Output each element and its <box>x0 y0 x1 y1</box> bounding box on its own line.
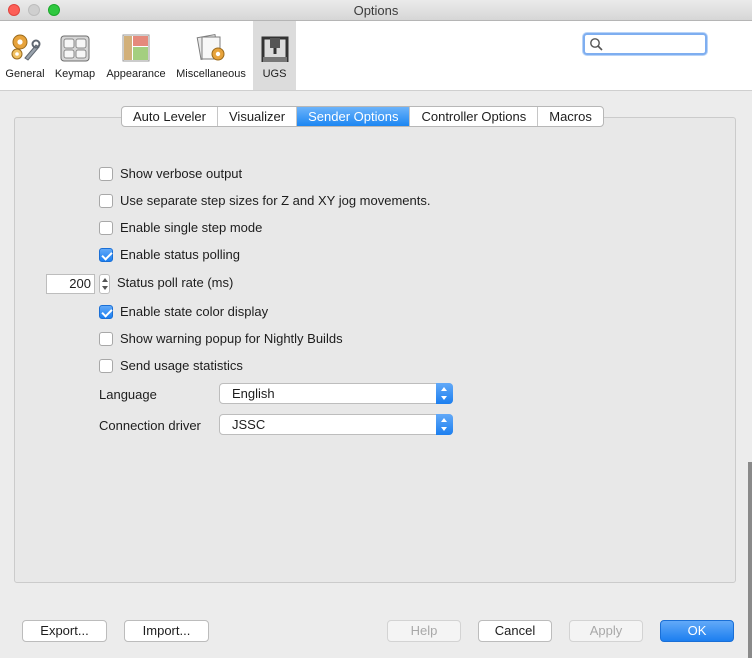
select-arrows-icon[interactable] <box>436 414 453 435</box>
checkbox[interactable] <box>99 194 113 208</box>
language-select[interactable]: English <box>219 383 453 404</box>
category-label: General <box>5 68 45 80</box>
stepper-down-arrow-icon[interactable] <box>102 286 108 290</box>
checkbox[interactable] <box>99 332 113 346</box>
connection-driver-select[interactable]: JSSC <box>219 414 453 435</box>
import-button[interactable]: Import... <box>124 620 209 642</box>
stepper-up-arrow-icon[interactable] <box>102 278 108 282</box>
appearance-panels-icon <box>122 34 150 62</box>
category-label: Appearance <box>106 68 166 80</box>
category-label: Miscellaneous <box>176 68 246 80</box>
checkbox[interactable] <box>99 359 113 373</box>
category-miscellaneous[interactable]: Miscellaneous <box>174 21 248 90</box>
option-label: Show verbose output <box>120 166 243 181</box>
checkbox-checked[interactable] <box>99 248 113 262</box>
category-ugs[interactable]: UGS <box>253 21 296 90</box>
options-tab-bar: Auto Leveler Visualizer Sender Options C… <box>121 106 604 127</box>
checkbox-checked[interactable] <box>99 305 113 319</box>
option-label: Use separate step sizes for Z and XY jog… <box>120 193 431 208</box>
title-bar: Options <box>0 0 752 21</box>
ugs-cnc-machine-icon <box>261 36 288 62</box>
gears-wrench-icon <box>11 34 41 61</box>
search-field[interactable] <box>583 33 707 55</box>
checkbox[interactable] <box>99 167 113 181</box>
cancel-button[interactable]: Cancel <box>478 620 552 642</box>
option-label: Show warning popup for Nightly Builds <box>120 331 343 346</box>
connection-driver-value: JSSC <box>232 417 266 432</box>
window-title: Options <box>353 3 399 18</box>
window-edge <box>748 462 752 658</box>
export-button[interactable]: Export... <box>22 620 107 642</box>
category-general[interactable]: General <box>2 21 48 90</box>
option-label: Enable status polling <box>120 247 240 262</box>
select-arrows-icon[interactable] <box>436 383 453 404</box>
option-label: Enable single step mode <box>120 220 263 235</box>
checkbox[interactable] <box>99 221 113 235</box>
status-poll-rate-label: Status poll rate (ms) <box>117 275 234 290</box>
language-label: Language <box>99 387 157 402</box>
tab-visualizer[interactable]: Visualizer <box>218 107 298 126</box>
tab-auto-leveler[interactable]: Auto Leveler <box>122 107 218 126</box>
language-value: English <box>232 386 275 401</box>
apply-button[interactable]: Apply <box>569 620 643 642</box>
category-appearance[interactable]: Appearance <box>104 21 168 90</box>
category-label: UGS <box>262 68 287 80</box>
tab-controller-options[interactable]: Controller Options <box>410 107 539 126</box>
sender-options-panel <box>14 117 736 583</box>
tab-sender-options[interactable]: Sender Options <box>297 107 411 126</box>
miscellaneous-icon <box>196 34 225 61</box>
status-poll-rate-input[interactable]: 200 <box>46 274 95 294</box>
tab-macros[interactable]: Macros <box>538 107 603 126</box>
connection-driver-label: Connection driver <box>99 418 201 433</box>
option-label: Send usage statistics <box>120 358 243 373</box>
ok-button[interactable]: OK <box>660 620 734 642</box>
option-label: Enable state color display <box>120 304 269 319</box>
keyboard-icon <box>60 35 90 62</box>
category-keymap[interactable]: Keymap <box>51 21 99 90</box>
category-label: Keymap <box>54 68 96 80</box>
poll-rate-stepper[interactable] <box>99 274 110 294</box>
help-button[interactable]: Help <box>387 620 461 642</box>
category-toolbar: General Keymap Appearance Miscellaneous <box>0 21 752 91</box>
search-icon <box>590 38 603 51</box>
